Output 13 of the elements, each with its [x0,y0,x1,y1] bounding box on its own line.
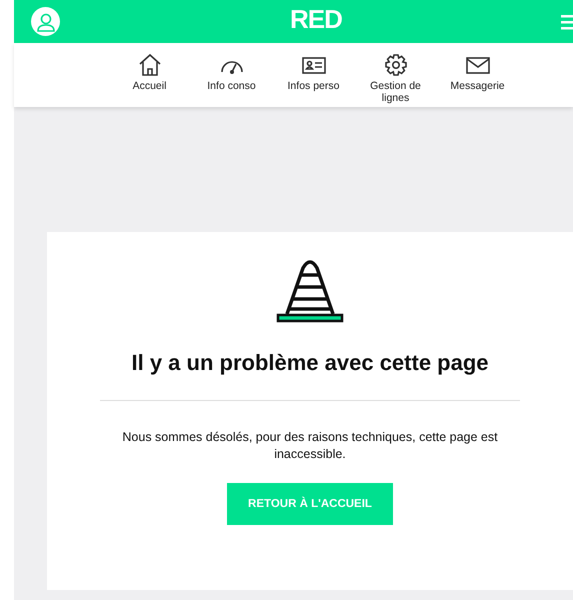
nav-item[interactable]: Accueil [108,43,190,107]
nav-item[interactable]: Gestion de lignes [354,43,436,107]
nav-item[interactable]: Info conso [190,43,272,107]
user-icon [34,10,56,32]
settings-icon [382,53,408,77]
home-icon [136,53,162,77]
nav-item[interactable]: Messagerie [436,43,518,107]
nav-item[interactable]: Infos perso [272,43,354,107]
error-message: Nous sommes désolés, pour des raisons techniques, cette page est inaccessible. [121,429,499,463]
traffic-cone-icon [275,258,345,324]
menu-icon[interactable] [561,14,573,30]
error-title: Il y a un problème avec cette page [131,350,489,376]
account-button[interactable] [31,7,60,36]
